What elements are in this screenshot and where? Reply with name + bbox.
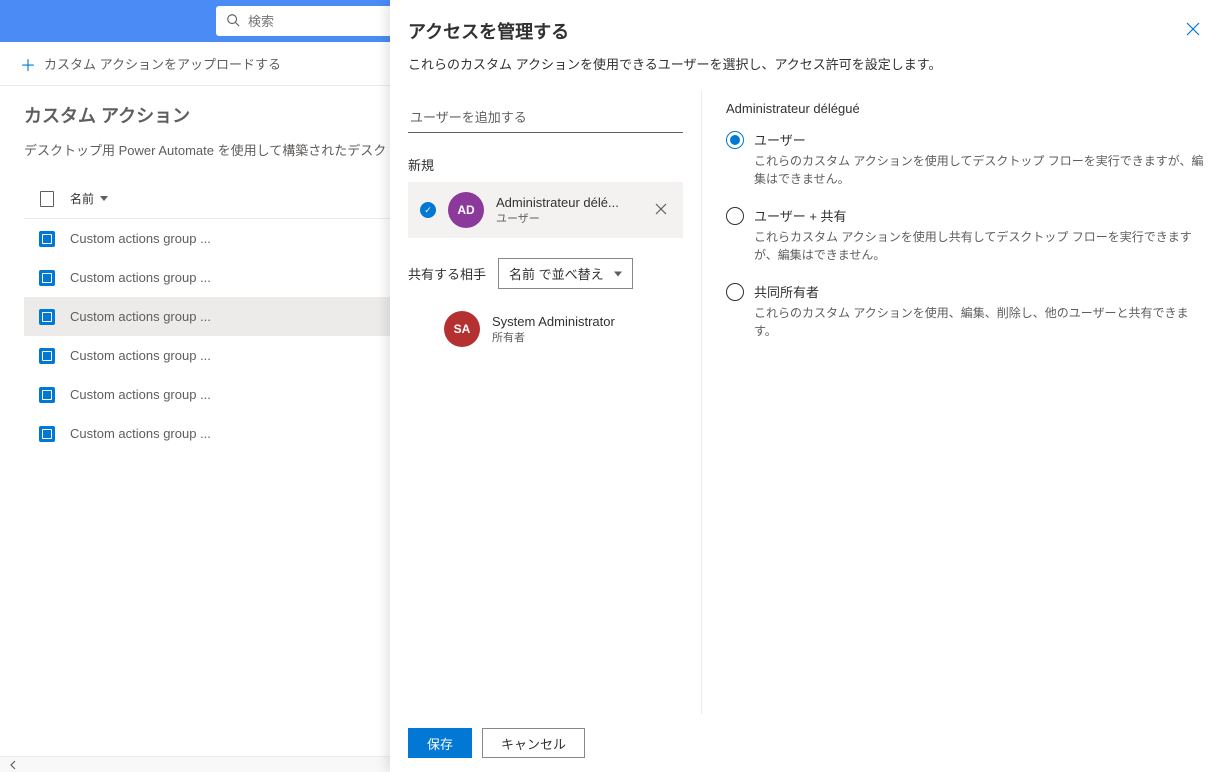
avatar: AD bbox=[448, 192, 484, 228]
sort-label: 名前 で並べ替え bbox=[509, 264, 604, 283]
permission-option[interactable]: 共同所有者 これらのカスタム アクションを使用、編集、削除し、他のユーザーと共有… bbox=[726, 282, 1210, 340]
search-icon bbox=[226, 13, 240, 30]
row-type-icon bbox=[24, 426, 70, 442]
chevron-down-icon bbox=[100, 196, 108, 201]
row-type-icon bbox=[24, 348, 70, 364]
panel-subtitle: これらのカスタム アクションを使用できるユーザーを選択し、アクセス許可を設定しま… bbox=[390, 54, 1228, 91]
close-icon[interactable] bbox=[1182, 18, 1204, 43]
permission-option[interactable]: ユーザー これらのカスタム アクションを使用してデスクトップ フローを実行できま… bbox=[726, 130, 1210, 188]
remove-user-icon[interactable] bbox=[651, 199, 671, 222]
shared-user-name: System Administrator bbox=[492, 314, 683, 329]
manage-access-panel: アクセスを管理する これらのカスタム アクションを使用できるユーザーを選択し、ア… bbox=[390, 0, 1228, 772]
check-icon: ✓ bbox=[420, 202, 436, 218]
cancel-button[interactable]: キャンセル bbox=[482, 728, 585, 758]
shared-user-role: 所有者 bbox=[492, 329, 683, 345]
add-user-input[interactable]: ユーザーを追加する bbox=[408, 101, 683, 133]
save-button[interactable]: 保存 bbox=[408, 728, 472, 758]
radio-input[interactable] bbox=[726, 131, 744, 149]
avatar: SA bbox=[444, 311, 480, 347]
row-type-icon bbox=[24, 387, 70, 403]
new-section-label: 新規 bbox=[408, 155, 683, 174]
new-user-name: Administrateur délé... bbox=[496, 195, 639, 210]
panel-left-column: ユーザーを追加する 新規 ✓ AD Administrateur délé...… bbox=[408, 91, 702, 714]
permission-label: ユーザー bbox=[754, 130, 1210, 149]
permission-option[interactable]: ユーザー + 共有 これらカスタム アクションを使用し共有してデスクトップ フロ… bbox=[726, 206, 1210, 264]
new-user-row[interactable]: ✓ AD Administrateur délé... ユーザー bbox=[408, 182, 683, 238]
panel-right-column: Administrateur délégué ユーザー これらのカスタム アクシ… bbox=[702, 91, 1210, 714]
horizontal-scroll-hint[interactable] bbox=[0, 756, 390, 772]
row-type-icon bbox=[24, 309, 70, 325]
row-type-icon bbox=[24, 231, 70, 247]
upload-custom-action-button[interactable]: ＋ カスタム アクションをアップロードする bbox=[20, 52, 281, 76]
panel-footer: 保存 キャンセル bbox=[390, 714, 1228, 772]
share-with-label: 共有する相手 bbox=[408, 264, 486, 283]
col-name-label: 名前 bbox=[70, 190, 94, 207]
radio-input[interactable] bbox=[726, 283, 744, 301]
permission-label: ユーザー + 共有 bbox=[754, 206, 1210, 225]
sort-dropdown[interactable]: 名前 で並べ替え bbox=[498, 258, 633, 289]
col-type-icon bbox=[24, 191, 70, 207]
row-type-icon bbox=[24, 270, 70, 286]
radio-input[interactable] bbox=[726, 207, 744, 225]
upload-label: カスタム アクションをアップロードする bbox=[44, 54, 281, 73]
new-user-role: ユーザー bbox=[496, 210, 639, 226]
permission-radio-group: ユーザー これらのカスタム アクションを使用してデスクトップ フローを実行できま… bbox=[726, 130, 1210, 340]
plus-icon: ＋ bbox=[20, 52, 36, 76]
permissions-heading: Administrateur délégué bbox=[726, 101, 1210, 116]
panel-title: アクセスを管理する bbox=[408, 18, 569, 44]
permission-description: これらのカスタム アクションを使用、編集、削除し、他のユーザーと共有できます。 bbox=[754, 304, 1210, 340]
shared-user-row[interactable]: SA System Administrator 所有者 bbox=[408, 305, 683, 353]
permission-description: これらカスタム アクションを使用し共有してデスクトップ フローを実行できますが、… bbox=[754, 228, 1210, 264]
permission-label: 共同所有者 bbox=[754, 282, 1210, 301]
permission-description: これらのカスタム アクションを使用してデスクトップ フローを実行できますが、編集… bbox=[754, 152, 1210, 188]
